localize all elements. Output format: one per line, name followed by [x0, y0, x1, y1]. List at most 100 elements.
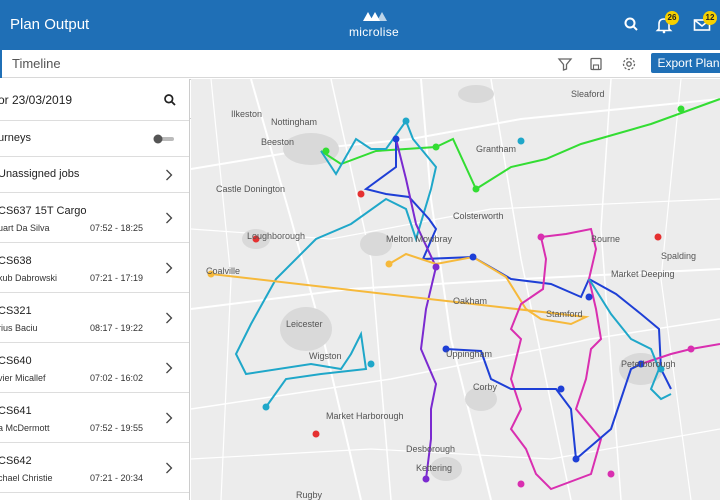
place-label: Grantham: [476, 144, 517, 154]
sidebar-header: or 23/03/2019: [0, 79, 189, 121]
export-plan-button[interactable]: Export Plan: [651, 53, 720, 73]
vehicle-name: CS641: [0, 405, 32, 417]
app-title: Plan Output: [10, 16, 90, 33]
route-stop-marker[interactable]: [472, 185, 480, 193]
route-map[interactable]: Nottingham Beeston Grantham Sleaford Loughbo…: [191, 79, 720, 500]
vehicle-name: CS321: [0, 305, 32, 317]
place-label: Oakham: [453, 296, 488, 306]
place-label: Uppingham: [446, 349, 493, 359]
messages-button[interactable]: 12: [692, 11, 717, 35]
microlise-logo-icon: [363, 12, 387, 21]
place-label: Wigston: [309, 351, 342, 361]
place-label: Peterborough: [621, 359, 676, 369]
shift-time: 07:21 - 20:34: [90, 473, 144, 483]
route-stop-marker[interactable]: [422, 475, 430, 483]
place-label: Castle Donington: [216, 184, 286, 194]
filter-icon[interactable]: [557, 56, 573, 72]
place-label: Leicester: [286, 319, 323, 329]
unassigned-jobs-label: Unassigned jobs: [0, 168, 80, 180]
journeys-label: urneys: [0, 132, 32, 144]
place-label: Kettering: [416, 463, 453, 473]
save-icon[interactable]: [588, 56, 604, 72]
vehicle-name: CS640: [0, 355, 32, 367]
sidebar-search-icon[interactable]: [163, 93, 177, 107]
place-label: Market Deeping: [611, 269, 675, 279]
journeys-toggle[interactable]: [153, 134, 175, 144]
route-stop-marker[interactable]: [385, 260, 393, 268]
vehicle-row[interactable]: CS638 kub Dabrowski 07:21 - 17:19: [0, 243, 189, 293]
driver-name: a McDermott: [0, 423, 50, 433]
vehicle-name: CS642: [0, 455, 32, 467]
vehicle-name: CS637 15T Cargo: [0, 205, 87, 217]
route-stop-marker[interactable]: [677, 105, 685, 113]
place-label: Sleaford: [571, 89, 605, 99]
route-stop-marker[interactable]: [517, 480, 525, 488]
place-label: Market Harborough: [326, 411, 404, 421]
notifications-count-badge: 26: [665, 11, 679, 25]
vehicle-name: CS638: [0, 255, 32, 267]
place-label: Coalville: [206, 266, 241, 276]
vehicle-row[interactable]: CS641 a McDermott 07:52 - 19:55: [0, 393, 189, 443]
place-label: Nottingham: [271, 117, 318, 127]
brand-name: microlise: [348, 25, 400, 39]
place-label: Corby: [473, 382, 498, 392]
chevron-right-icon: [166, 212, 173, 224]
tab-timeline[interactable]: Timeline: [0, 50, 71, 78]
journeys-toggle-row[interactable]: urneys: [0, 121, 189, 157]
messages-count-badge: 12: [703, 11, 717, 25]
brand-logo: microlise: [334, 10, 414, 44]
notifications-button[interactable]: 26: [654, 11, 679, 35]
route-stop-marker[interactable]: [432, 143, 440, 151]
driver-name: vier Micallef: [0, 373, 46, 383]
place-label: Rugby: [296, 490, 323, 500]
route-stop-marker[interactable]: [392, 135, 400, 143]
search-icon[interactable]: [622, 15, 642, 35]
route-line[interactable]: [234, 118, 438, 408]
route-stop-marker[interactable]: [517, 137, 525, 145]
unassigned-stop-marker[interactable]: [312, 430, 320, 438]
driver-name: kub Dabrowski: [0, 273, 58, 283]
unassigned-jobs-row[interactable]: Unassigned jobs: [0, 157, 189, 193]
place-label: Spalding: [661, 251, 697, 261]
vehicle-row[interactable]: CS642 chael Christie 07:21 - 20:34: [0, 443, 189, 493]
driver-name: uart Da Silva: [0, 223, 50, 233]
place-label: Melton Mowbray: [386, 234, 453, 244]
chevron-right-icon: [166, 169, 173, 181]
place-label: Beeston: [261, 137, 295, 147]
place-label: Stamford: [546, 309, 583, 319]
chevron-right-icon: [166, 362, 173, 374]
place-label: Desborough: [406, 444, 456, 454]
unassigned-stop-marker[interactable]: [357, 190, 365, 198]
route-stop-marker[interactable]: [432, 263, 440, 271]
vehicle-row[interactable]: CS640 vier Micallef 07:02 - 16:02: [0, 343, 189, 393]
route-stop-marker[interactable]: [469, 253, 477, 261]
route-stop-marker[interactable]: [607, 470, 615, 478]
app-header: Plan Output microlise 26 12: [0, 0, 720, 50]
place-label: Colsterworth: [453, 211, 504, 221]
vehicle-row[interactable]: CS637 15T Cargo uart Da Silva 07:52 - 18:2…: [0, 193, 189, 243]
route-line[interactable]: [210, 252, 590, 326]
shift-time: 07:52 - 18:25: [90, 223, 144, 233]
chevron-right-icon: [166, 412, 173, 424]
route-stop-marker[interactable]: [687, 345, 695, 353]
settings-gear-icon[interactable]: [621, 56, 637, 72]
plan-date-label: or 23/03/2019: [0, 93, 73, 107]
route-stop-marker[interactable]: [537, 233, 545, 241]
vehicle-list: CS637 15T Cargo uart Da Silva 07:52 - 18:2…: [0, 193, 189, 493]
route-stop-marker[interactable]: [557, 385, 565, 393]
route-stop-marker[interactable]: [322, 147, 330, 155]
route-stop-marker[interactable]: [402, 117, 410, 125]
route-stop-marker[interactable]: [367, 360, 375, 368]
shift-time: 08:17 - 19:22: [90, 323, 144, 333]
route-stop-marker[interactable]: [585, 293, 593, 301]
chevron-right-icon: [166, 462, 173, 474]
vehicle-row[interactable]: CS321 rius Baciu 08:17 - 19:22: [0, 293, 189, 343]
route-stops: [207, 105, 695, 488]
unassigned-stop-marker[interactable]: [654, 233, 662, 241]
toolbar: Timeline Export Plan: [0, 50, 720, 78]
place-label: Ilkeston: [231, 109, 263, 119]
route-stop-marker[interactable]: [572, 455, 580, 463]
driver-name: chael Christie: [0, 473, 53, 483]
route-stop-marker[interactable]: [262, 403, 270, 411]
driver-name: rius Baciu: [0, 323, 38, 333]
